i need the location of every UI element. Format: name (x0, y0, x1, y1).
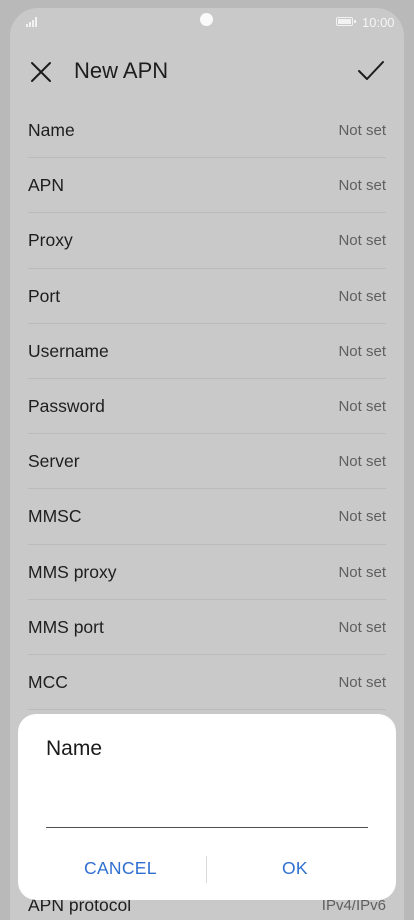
screen: 10:00 New APN Name Not set APN Not set P… (10, 8, 404, 920)
name-dialog: Name CANCEL OK (18, 714, 396, 900)
phone-frame: 10:00 New APN Name Not set APN Not set P… (0, 0, 414, 920)
cancel-button[interactable]: CANCEL (84, 858, 157, 879)
field-label: Name (28, 120, 75, 140)
field-value: Not set (338, 122, 386, 139)
field-row-apn[interactable]: APN Not set (28, 158, 386, 214)
field-label: Password (28, 395, 105, 416)
battery-icon (336, 17, 356, 26)
field-label: MMS port (28, 616, 104, 637)
button-divider (206, 856, 207, 883)
page-title: New APN (74, 58, 169, 83)
ok-button[interactable]: OK (282, 858, 308, 879)
field-row-proxy[interactable]: Proxy Not set (28, 213, 386, 269)
field-value: Not set (338, 508, 386, 526)
field-value: Not set (338, 177, 386, 195)
field-value: Not set (338, 453, 386, 471)
field-row-mms-proxy[interactable]: MMS proxy Not set (28, 545, 386, 600)
field-label: Server (28, 451, 80, 472)
check-icon[interactable] (356, 56, 386, 86)
status-time: 10:00 (362, 15, 395, 30)
field-label: Proxy (28, 230, 73, 251)
field-label: MCC (28, 671, 68, 692)
field-row-password[interactable]: Password Not set (28, 379, 386, 435)
field-value: Not set (338, 563, 386, 581)
field-value: Not set (338, 232, 386, 250)
field-label: APN (28, 175, 64, 196)
field-label: Port (28, 285, 61, 306)
apn-field-list: Name Not set APN Not set Proxy Not set P… (28, 103, 386, 711)
front-camera (200, 13, 213, 26)
field-label: Username (28, 340, 109, 361)
field-row-name[interactable]: Name Not set (28, 103, 386, 159)
close-icon[interactable] (28, 59, 54, 85)
field-row-mmsc[interactable]: MMSC Not set (28, 489, 386, 545)
field-label: MMSC (28, 506, 82, 527)
signal-icon (26, 17, 40, 27)
field-value: Not set (338, 618, 386, 636)
name-input[interactable] (46, 794, 368, 828)
field-value: Not set (338, 287, 386, 305)
status-bar: 10:00 (10, 8, 404, 36)
field-label: MMS proxy (28, 561, 117, 582)
app-bar: New APN (10, 52, 404, 92)
field-value: Not set (338, 397, 386, 415)
field-value: Not set (338, 673, 386, 691)
field-row-mcc[interactable]: MCC Not set (28, 655, 386, 711)
field-row-mms-port[interactable]: MMS port Not set (28, 600, 386, 655)
field-row-server[interactable]: Server Not set (28, 434, 386, 490)
field-row-username[interactable]: Username Not set (28, 324, 386, 379)
field-row-port[interactable]: Port Not set (28, 269, 386, 324)
dialog-title: Name (46, 737, 103, 760)
field-value: Not set (338, 342, 386, 360)
